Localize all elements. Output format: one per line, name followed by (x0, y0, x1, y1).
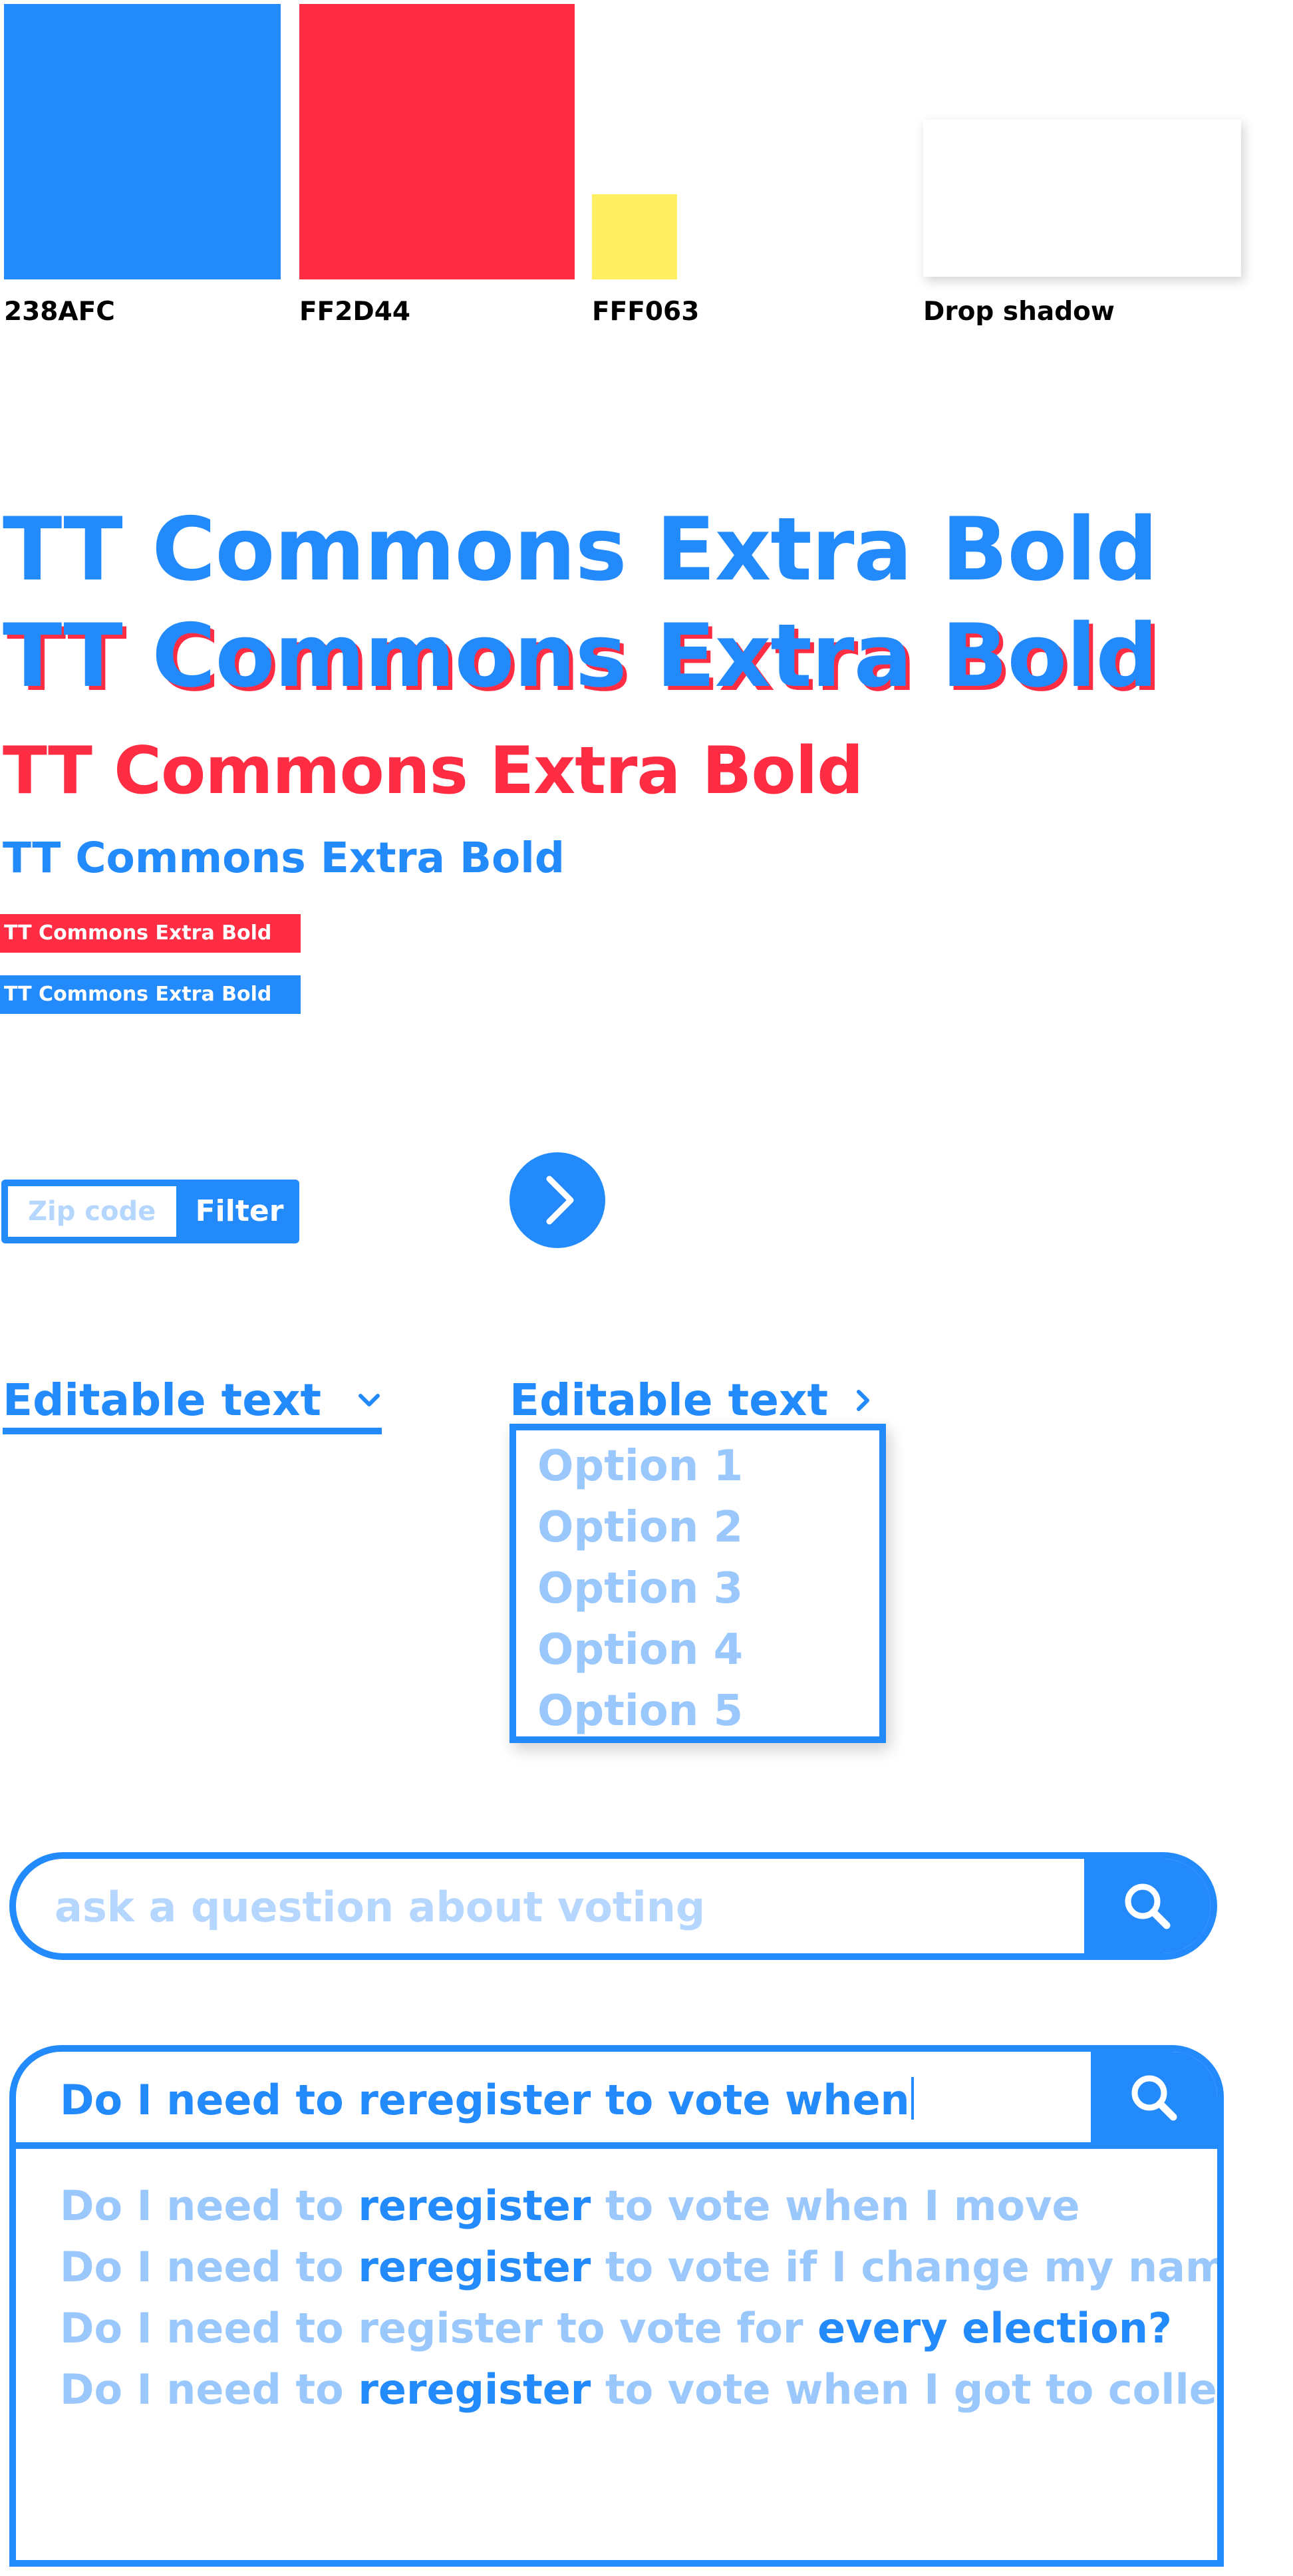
type-specimen-xl: TT Commons Extra Bold (3, 498, 1158, 600)
suggestion-text: to vote when I move (591, 2181, 1080, 2230)
suggestion-item[interactable]: Do I need to reregister to vote when I m… (60, 2175, 1080, 2237)
dropdown-closed[interactable]: Editable text (3, 1370, 382, 1434)
type-specimen-md: TT Commons Extra Bold (3, 834, 565, 882)
dropdown-open-label: Editable text (509, 1374, 829, 1426)
filter-button[interactable]: Filter (180, 1180, 299, 1243)
search-icon (1125, 1883, 1171, 1929)
color-swatch-blue (4, 4, 281, 279)
suggestion-highlight: reregister (358, 2243, 591, 2291)
dropdown-option[interactable]: Option 5 (537, 1681, 743, 1736)
suggestion-item[interactable]: Do I need to reregister to vote when I g… (60, 2359, 1217, 2420)
suggestion-text: Do I need to (60, 2365, 359, 2414)
suggestion-item[interactable]: Do I need to reregister to vote if I cha… (60, 2237, 1224, 2298)
search-button[interactable] (1091, 2052, 1217, 2142)
search-query-text: Do I need to reregister to vote when (60, 2076, 910, 2124)
label-red: TT Commons Extra Bold (0, 914, 301, 953)
type-specimen-front-layer: TT Commons Extra Bold (3, 605, 1158, 707)
chevron-right-icon (546, 1176, 574, 1225)
search-icon (1131, 2075, 1177, 2121)
dropdown-option[interactable]: Option 3 (537, 1558, 743, 1619)
search-input[interactable] (53, 1859, 1080, 1953)
zip-code-input[interactable] (8, 1186, 176, 1237)
dropdown-option[interactable]: Option 2 (537, 1497, 743, 1558)
chevron-right-icon (857, 1390, 869, 1411)
next-button[interactable] (509, 1152, 605, 1248)
search-autocomplete-input[interactable]: Do I need to reregister to vote when (60, 2052, 914, 2142)
search-autocomplete: Do I need to reregister to vote when Do … (9, 2045, 1224, 2567)
suggestion-text: to vote if I change my name (591, 2243, 1224, 2291)
type-specimen-xl-shadow: TT Commons Extra Bold TT Commons Extra B… (3, 605, 1162, 707)
text-caret (911, 2077, 914, 2120)
dropdown-option[interactable]: Option 4 (537, 1619, 743, 1681)
dropdown-closed-underline (3, 1428, 382, 1434)
color-swatch-yellow (592, 194, 677, 279)
chevron-down-icon (359, 1394, 380, 1406)
suggestion-text: Do I need to register to vote for (60, 2304, 818, 2352)
dropdown-closed-label: Editable text (3, 1374, 322, 1426)
color-swatch-red (299, 4, 575, 279)
suggestion-text: to vote when I got to college? (605, 2365, 1217, 2414)
swatch-label-red: FF2D44 (299, 297, 411, 327)
suggestion-highlight: reregister (358, 2365, 591, 2414)
type-specimen-lg: TT Commons Extra Bold (3, 733, 863, 809)
search-button[interactable] (1084, 1859, 1211, 1953)
swatch-label-yellow: FFF063 (592, 297, 700, 327)
dropdown-option[interactable]: Option 1 (537, 1436, 743, 1497)
suggestion-text: Do I need to (60, 2181, 359, 2230)
dropdown-open[interactable]: Editable text (509, 1370, 886, 1430)
zip-filter-group: Filter (1, 1180, 299, 1243)
dropdown-menu: Option 1 Option 2 Option 3 Option 4 Opti… (509, 1424, 886, 1743)
suggestion-highlight: reregister (358, 2181, 591, 2230)
search-autocomplete-bar[interactable]: Do I need to reregister to vote when (16, 2052, 1217, 2149)
search-bar (9, 1852, 1217, 1960)
drop-shadow-swatch (923, 120, 1241, 277)
suggestion-text: Do I need to (60, 2243, 359, 2291)
label-blue: TT Commons Extra Bold (0, 975, 301, 1014)
swatch-label-blue: 238AFC (4, 297, 115, 327)
suggestion-item[interactable]: Do I need to register to vote for every … (60, 2298, 1172, 2359)
swatch-label-shadow: Drop shadow (923, 297, 1115, 327)
suggestion-highlight: every election? (817, 2304, 1172, 2352)
